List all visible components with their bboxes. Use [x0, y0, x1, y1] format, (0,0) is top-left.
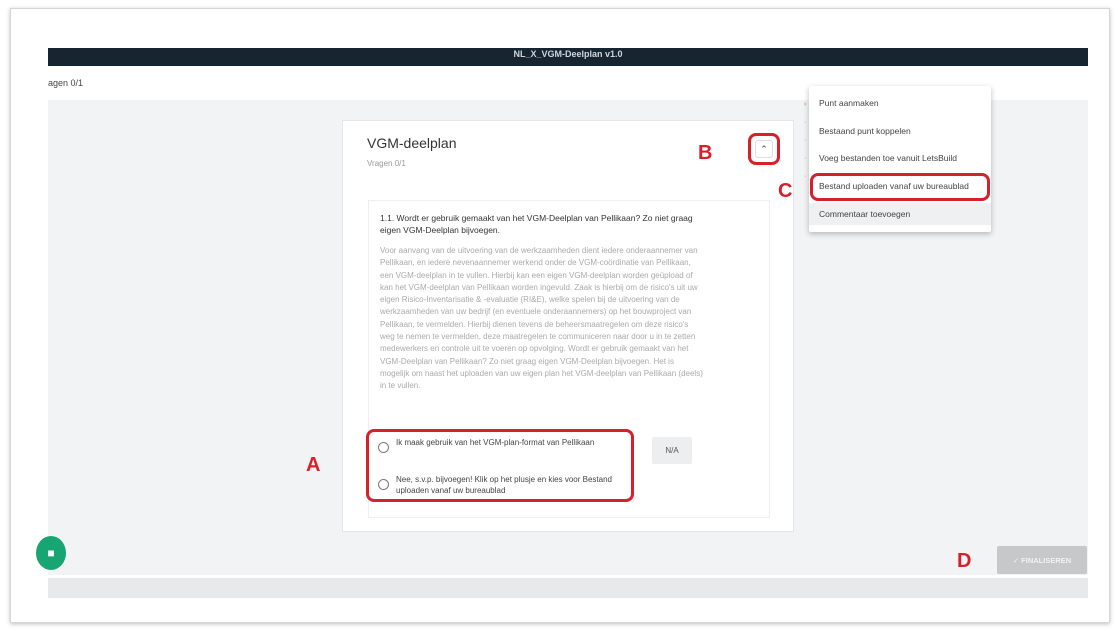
section-title: VGM-deelplan [367, 135, 457, 151]
chat-icon: ■ [47, 546, 55, 560]
annotation-a: A [306, 454, 321, 476]
chat-button[interactable]: ■ [36, 536, 66, 570]
annotation-d: D [957, 550, 972, 572]
annotation-b: B [698, 142, 713, 164]
side-margin-text: › · · · · [804, 101, 807, 180]
menu-item-link-point[interactable]: Bestaand punt koppelen [809, 120, 991, 142]
annotation-c: C [778, 180, 793, 202]
highlight-b [748, 133, 780, 165]
highlight-a [366, 429, 634, 502]
finalize-button[interactable]: ✓ FINALISEREN [997, 546, 1087, 574]
na-button[interactable]: N/A [652, 437, 692, 464]
top-bar: NL_X_VGM-Deelplan v1.0 [48, 48, 1088, 66]
window-title: NL_X_VGM-Deelplan v1.0 [513, 49, 623, 59]
menu-item-add-from-letsbuild[interactable]: Voeg bestanden toe vanuit LetsBuild [809, 147, 991, 169]
add-menu: Punt aanmaken Bestaand punt koppelen Voe… [809, 86, 991, 232]
question-title: 1.1. Wordt er gebruik gemaakt van het VG… [380, 213, 693, 235]
question-counter: agen 0/1 [48, 78, 84, 88]
menu-item-add-comment[interactable]: Commentaar toevoegen [809, 203, 991, 225]
question-description: Voor aanvang van de uitvoering van de we… [380, 246, 703, 391]
bottom-strip [48, 578, 1088, 598]
menu-item-create-point[interactable]: Punt aanmaken [809, 92, 991, 114]
section-subtitle: Vragen 0/1 [367, 159, 406, 168]
highlight-c [810, 173, 990, 201]
